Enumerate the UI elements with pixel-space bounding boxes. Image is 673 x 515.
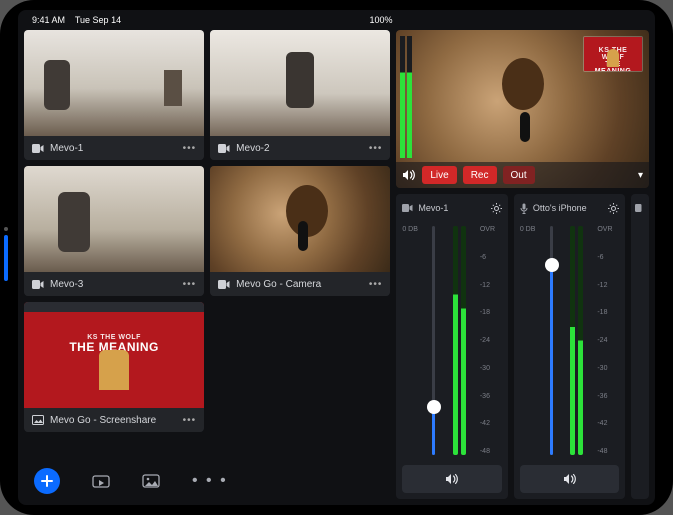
- side-indicator: [4, 235, 8, 281]
- program-monitor[interactable]: KS THE WOLFTHE MEANING Live Rec Out ▾: [396, 30, 649, 188]
- level-meter: [578, 226, 583, 455]
- audio-channel: Mevo-1 0 DB: [396, 194, 508, 499]
- channel-name: Otto's iPhone: [533, 203, 604, 213]
- overlay-graphic: KS THE WOLFTHE MEANING: [583, 36, 643, 72]
- level-meter: [461, 226, 466, 455]
- more-icon[interactable]: •••: [183, 279, 197, 290]
- source-tile[interactable]: KS THE WOLFTHE MEANING Mevo Go - Screens…: [24, 302, 204, 432]
- sources-panel: Mevo-1 ••• Mevo-2 •••: [24, 30, 390, 499]
- channel-name: Mevo-1: [418, 203, 486, 213]
- program-panel: KS THE WOLFTHE MEANING Live Rec Out ▾: [396, 30, 649, 499]
- source-label: Mevo-3: [50, 279, 177, 290]
- level-meter: [570, 226, 575, 455]
- status-time: 9:41 AM: [32, 15, 65, 25]
- chevron-down-icon[interactable]: ▾: [638, 170, 643, 181]
- status-time-date: 9:41 AM Tue Sep 14: [32, 15, 121, 25]
- audio-channel: Otto's iPhone 0 DB: [514, 194, 626, 499]
- live-button[interactable]: Live: [422, 166, 456, 184]
- source-thumbnail: [24, 166, 204, 272]
- fader-track[interactable]: [542, 222, 598, 459]
- main-content: Mevo-1 ••• Mevo-2 •••: [18, 30, 655, 505]
- source-label: Mevo Go - Screenshare: [50, 415, 177, 426]
- db-scale: OVR -6 -12 -18 -24 -30 -36 -42 -48: [597, 222, 619, 459]
- speaker-icon[interactable]: [402, 169, 416, 181]
- db-scale: OVR -6 -12 -18 -24 -30 -36 -42 -48: [480, 222, 502, 459]
- media-library-icon[interactable]: [92, 474, 110, 488]
- gear-icon[interactable]: [491, 203, 502, 214]
- audio-mixer-row: Mevo-1 0 DB: [396, 194, 649, 499]
- fader-track[interactable]: [424, 222, 480, 459]
- video-camera-icon: [218, 280, 230, 289]
- overflow-icon[interactable]: • • •: [192, 472, 228, 490]
- level-meter: [453, 226, 458, 455]
- ipad-frame: 9:41 AM Tue Sep 14 100%: [0, 0, 673, 515]
- source-tile[interactable]: Mevo-2 •••: [210, 30, 390, 160]
- more-icon[interactable]: •••: [183, 415, 197, 426]
- monitor-button[interactable]: [402, 465, 502, 493]
- source-label: Mevo-2: [236, 143, 363, 154]
- video-camera-icon: [32, 144, 44, 153]
- more-icon[interactable]: •••: [369, 279, 383, 290]
- source-tile[interactable]: Mevo Go - Camera •••: [210, 166, 390, 296]
- monitor-button[interactable]: [520, 465, 620, 493]
- speaker-icon: [445, 473, 459, 485]
- gear-icon[interactable]: [608, 203, 619, 214]
- source-thumbnail: [24, 30, 204, 136]
- fader-knob[interactable]: [427, 400, 441, 414]
- status-battery: 100%: [370, 15, 393, 25]
- graphics-icon[interactable]: [142, 474, 160, 488]
- record-button[interactable]: Rec: [463, 166, 497, 184]
- status-bar: 9:41 AM Tue Sep 14 100%: [18, 10, 655, 30]
- source-thumbnail: [210, 30, 390, 136]
- more-icon[interactable]: •••: [183, 143, 197, 154]
- source-label: Mevo Go - Camera: [236, 279, 363, 290]
- image-icon: [32, 415, 44, 425]
- more-icon[interactable]: •••: [369, 143, 383, 154]
- video-camera-icon: [32, 280, 44, 289]
- fader-knob[interactable]: [545, 258, 559, 272]
- microphone-icon: [520, 203, 528, 214]
- add-source-button[interactable]: [34, 468, 60, 494]
- video-camera-icon: [218, 144, 230, 153]
- program-control-row: Live Rec Out ▾: [396, 162, 649, 188]
- status-date: Tue Sep 14: [75, 15, 121, 25]
- output-button[interactable]: Out: [503, 166, 535, 184]
- source-thumbnail: KS THE WOLFTHE MEANING: [24, 302, 204, 408]
- source-label: Mevo-1: [50, 143, 177, 154]
- source-tile[interactable]: Mevo-3 •••: [24, 166, 204, 296]
- app-screen: 9:41 AM Tue Sep 14 100%: [18, 10, 655, 505]
- sources-grid: Mevo-1 ••• Mevo-2 •••: [24, 30, 390, 463]
- source-tile[interactable]: Mevo-1 •••: [24, 30, 204, 160]
- source-thumbnail: [210, 166, 390, 272]
- video-camera-icon: [635, 204, 645, 212]
- audio-channel-overflow[interactable]: [631, 194, 649, 499]
- speaker-icon: [563, 473, 577, 485]
- program-vu-meter: [400, 36, 412, 158]
- bottom-toolbar: • • •: [24, 463, 390, 499]
- video-camera-icon: [402, 204, 413, 212]
